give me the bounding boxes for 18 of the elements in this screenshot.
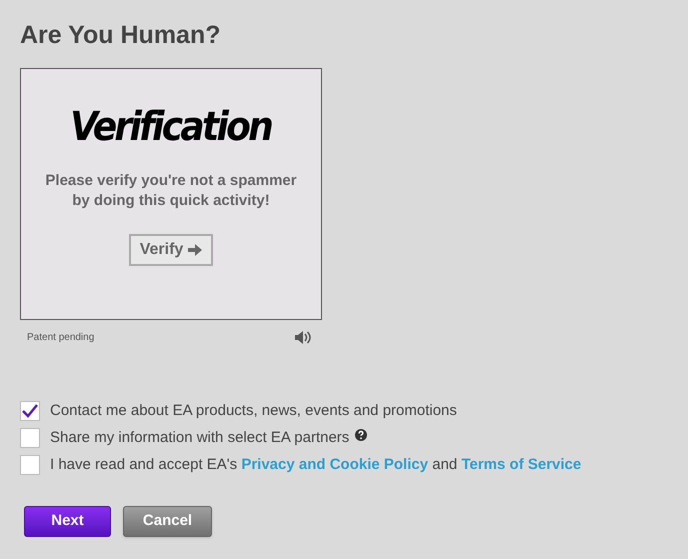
- captcha-logo: Verification: [70, 103, 272, 152]
- policy-link[interactable]: Terms of Service: [461, 456, 582, 473]
- policy-link[interactable]: Privacy and Cookie Policy: [241, 456, 428, 473]
- checkbox[interactable]: [20, 401, 40, 421]
- arrow-icon: [188, 244, 202, 256]
- verify-button[interactable]: Verify: [128, 234, 214, 266]
- checkbox[interactable]: [20, 455, 40, 475]
- captcha-message: Please verify you're not a spammer by doing this quick activity!: [44, 171, 298, 211]
- checkbox[interactable]: [20, 428, 40, 448]
- option-label: Share my information with select EA partners: [50, 428, 350, 448]
- next-button[interactable]: Next: [24, 506, 111, 537]
- help-icon[interactable]: [355, 429, 368, 441]
- cancel-button[interactable]: Cancel: [123, 506, 212, 537]
- speaker-icon[interactable]: [295, 330, 314, 345]
- option-label: I have read and accept EA's Privacy and Cookie Policy and Terms of Service: [50, 454, 582, 475]
- page-title: Are You Human?: [20, 20, 222, 51]
- patent-note: Patent pending: [27, 331, 94, 345]
- option-label: Contact me about EA products, news, events and promotions: [50, 400, 457, 421]
